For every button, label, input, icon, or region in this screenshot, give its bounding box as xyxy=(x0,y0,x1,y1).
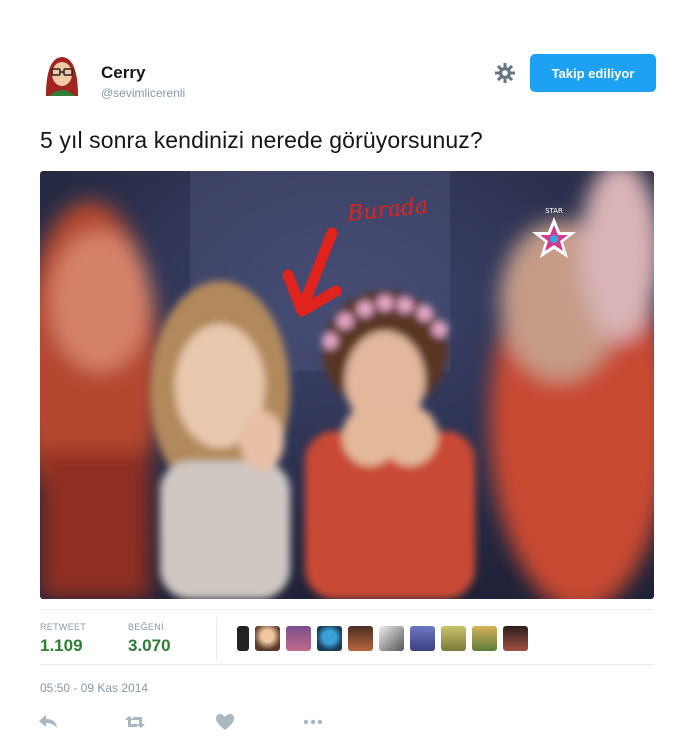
watermark-text: STAR xyxy=(545,207,563,215)
liker-avatar[interactable] xyxy=(255,626,280,651)
liker-avatar[interactable] xyxy=(503,626,528,651)
liker-avatar[interactable] xyxy=(410,626,435,651)
liker-avatar[interactable] xyxy=(348,626,373,651)
follow-button[interactable]: Takip ediliyor xyxy=(530,54,656,92)
author-handle[interactable]: @sevimlicerenli xyxy=(101,86,185,100)
tweet-media-image[interactable]: Burada STAR xyxy=(40,171,654,599)
retweet-label: RETWEET xyxy=(40,622,87,632)
liker-avatar[interactable] xyxy=(441,626,466,651)
divider xyxy=(40,609,654,610)
author-name[interactable]: Cerry xyxy=(101,63,145,83)
more-icon[interactable] xyxy=(302,712,324,732)
liker-avatar[interactable] xyxy=(472,626,497,651)
tweet-text: 5 yıl sonra kendinizi nerede görüyorsunu… xyxy=(40,127,483,153)
liker-avatar[interactable] xyxy=(237,626,249,651)
divider xyxy=(40,664,654,665)
gear-icon[interactable] xyxy=(494,62,516,84)
liker-avatar[interactable] xyxy=(286,626,311,651)
retweet-icon[interactable] xyxy=(124,712,146,732)
liker-avatar[interactable] xyxy=(379,626,404,651)
tweet-timestamp[interactable]: 05:50 - 09 Kas 2014 xyxy=(40,681,148,695)
like-icon[interactable] xyxy=(214,712,236,732)
author-avatar[interactable] xyxy=(40,52,84,96)
retweet-count[interactable]: 1.109 xyxy=(40,636,83,656)
liker-avatar[interactable] xyxy=(317,626,342,651)
like-label: BEĞENİ xyxy=(128,622,164,632)
stats-divider xyxy=(216,617,217,661)
reply-icon[interactable] xyxy=(37,712,59,732)
tweet-header: Cerry @sevimlicerenli Takip ediliyor xyxy=(40,52,660,112)
likers-avatars xyxy=(237,626,528,652)
like-count[interactable]: 3.070 xyxy=(128,636,171,656)
